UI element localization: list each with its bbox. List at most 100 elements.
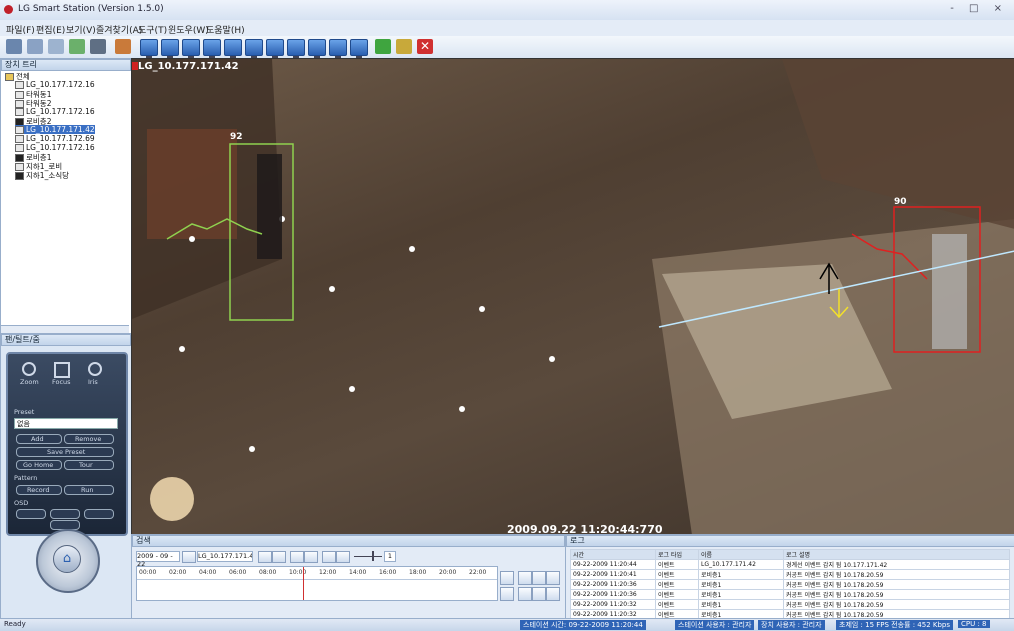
layout-4x4-icon[interactable] [203,39,221,58]
layout-custom-icon[interactable] [350,39,368,58]
preset-add-button[interactable]: Add [16,434,62,444]
search-camera-field[interactable]: LG_10.177.171.42 [197,551,253,562]
layout-6x6-icon[interactable] [245,39,263,58]
menu-file[interactable]: 파일(F) [6,23,35,36]
zoom-out-icon[interactable] [272,551,286,563]
object-id-label: 92 [230,132,243,142]
log-col-time[interactable]: 시간 [570,549,656,560]
layout-1x1-icon[interactable] [140,39,158,58]
pattern-record-button[interactable]: Record [16,485,62,495]
tree-item[interactable]: LG_10.177.172.16 [15,143,95,152]
prev-icon[interactable] [290,551,304,563]
speed-slider-handle[interactable] [372,551,374,561]
log-row[interactable]: 09-22-2009 11:20:44 이벤트 LG_10.177.171.42 경계… [570,559,1010,570]
menu-help[interactable]: 도움말(H) [206,23,245,36]
prev-frame-button[interactable] [518,571,532,585]
device-tree-title: 장치 트리 [1,59,131,71]
log-row[interactable]: 09-22-2009 11:20:32 이벤트 로비층1 커공트 이벤트 감지 됨 1… [570,599,1010,610]
home-icon[interactable]: ⌂ [53,545,81,573]
log-col-type[interactable]: 로그 타입 [655,549,699,560]
menu-view[interactable]: 보기(V) [66,23,96,36]
add-icon[interactable] [375,39,391,54]
tour-button[interactable]: Tour [64,460,114,470]
log-row[interactable]: 09-22-2009 11:20:36 이벤트 로비층1 커공트 이벤트 감지 됨 1… [570,579,1010,590]
timeline-cursor[interactable] [303,567,304,600]
rewind-button[interactable] [518,587,532,601]
zoom-in-icon[interactable] [258,551,272,563]
log-row[interactable]: 09-22-2009 11:20:41 이벤트 로비층1 커공트 이벤트 감지 됨 1… [570,569,1010,580]
calendar-icon[interactable] [182,551,196,563]
tree-item[interactable]: 지하1_소식당 [15,170,69,181]
layout-3x3-icon[interactable] [182,39,200,58]
close-icon[interactable]: ✕ [417,39,433,54]
stop-button[interactable] [532,587,546,601]
forward-button[interactable] [546,587,560,601]
search-icon[interactable] [69,39,85,54]
snapshot-icon[interactable] [396,39,412,54]
focus-icon[interactable] [54,362,70,378]
layout-1p5-icon[interactable] [266,39,284,58]
next-icon[interactable] [304,551,318,563]
zoom-icon[interactable] [22,362,36,376]
settings-icon[interactable] [48,39,64,54]
page-field[interactable]: 1 [384,551,396,562]
window-controls[interactable]: - □ × [950,3,1008,14]
playback-button[interactable] [500,587,514,601]
speed-down-icon[interactable] [322,551,336,563]
layout-1p7-icon[interactable] [287,39,305,58]
status-bar: Ready 스테이션 시간: 09-22-2009 11:20:44 스테이션 … [0,618,1014,631]
layout-2x2-icon[interactable] [161,39,179,58]
menu-window[interactable]: 윈도우(W) [168,23,209,36]
tree-icon[interactable] [27,39,43,54]
log-panel: 로그 시간 로그 타입 이름 로그 설명 09-22-2009 11:20:44… [565,534,1014,620]
preset-select[interactable]: 없음 [14,418,118,429]
focus-label: Focus [52,378,71,386]
save-preset-button[interactable]: Save Preset [16,447,114,457]
camera-icon [15,135,24,143]
hour-label: 16:00 [379,569,397,576]
hour-label: 14:00 [349,569,367,576]
hour-label: 04:00 [199,569,217,576]
layout-5x5-icon[interactable] [224,39,242,58]
tree-item[interactable]: LG_10.177.172.16 [15,107,95,116]
speed-slider[interactable] [354,556,382,557]
playback-button[interactable] [500,571,514,585]
layout-1p12-icon[interactable] [308,39,326,58]
go-home-button[interactable]: Go Home [16,460,62,470]
iris-label: Iris [88,378,98,386]
hour-label: 22:00 [469,569,487,576]
osd-button[interactable] [50,509,80,519]
log-col-name[interactable]: 이름 [698,549,784,560]
osd-label: OSD [14,499,29,507]
window-title: LG Smart Station (Version 1.5.0) [18,4,164,14]
osd-button[interactable] [84,509,114,519]
layout-2p8-icon[interactable] [329,39,347,58]
video-view[interactable]: LG_10.177.171.42 92 90 2009.09.22 11:20:… [131,58,1014,536]
title-bar: LG Smart Station (Version 1.5.0) - □ × [0,0,1014,21]
layout-icon[interactable] [6,39,22,54]
log-table: 시간 로그 타입 이름 로그 설명 09-22-2009 11:20:44 이벤트… [570,549,1010,620]
osd-button[interactable] [16,509,46,519]
menu-edit[interactable]: 편집(E) [36,23,65,36]
log-header-row: 시간 로그 타입 이름 로그 설명 [570,549,1010,560]
play-button[interactable] [532,571,546,585]
tree-item-selected[interactable]: LG_10.177.171.42 [15,125,95,134]
menu-tools[interactable]: 도구(T) [138,23,167,36]
status-device-user: 장치 사용자 : 관리자 [758,620,825,630]
tree-item[interactable]: LG_10.177.172.69 [15,134,95,143]
speed-up-icon[interactable] [336,551,350,563]
tree-item[interactable]: LG_10.177.172.16 [15,80,95,89]
search-date-field[interactable]: 2009 - 09 - 22 [136,551,180,568]
print-icon[interactable] [90,39,106,54]
device-icon[interactable] [115,39,131,54]
log-row[interactable]: 09-22-2009 11:20:36 이벤트 로비층1 커공트 이벤트 감지 됨 1… [570,589,1010,600]
status-station-user: 스테이션 사용자 : 관리자 [675,620,755,630]
log-col-desc[interactable]: 로그 설명 [783,549,1010,560]
timeline[interactable]: 00:00 02:00 04:00 06:00 08:00 10:00 12:0… [136,566,498,601]
preset-remove-button[interactable]: Remove [64,434,114,444]
next-frame-button[interactable] [546,571,560,585]
pattern-run-button[interactable]: Run [64,485,114,495]
menu-favorites[interactable]: 즐겨찾기(A) [96,23,142,36]
menu-bar: 파일(F) 편집(E) 보기(V) 즐겨찾기(A) 도구(T) 윈도우(W) 도… [0,20,1014,36]
iris-icon[interactable] [88,362,102,376]
